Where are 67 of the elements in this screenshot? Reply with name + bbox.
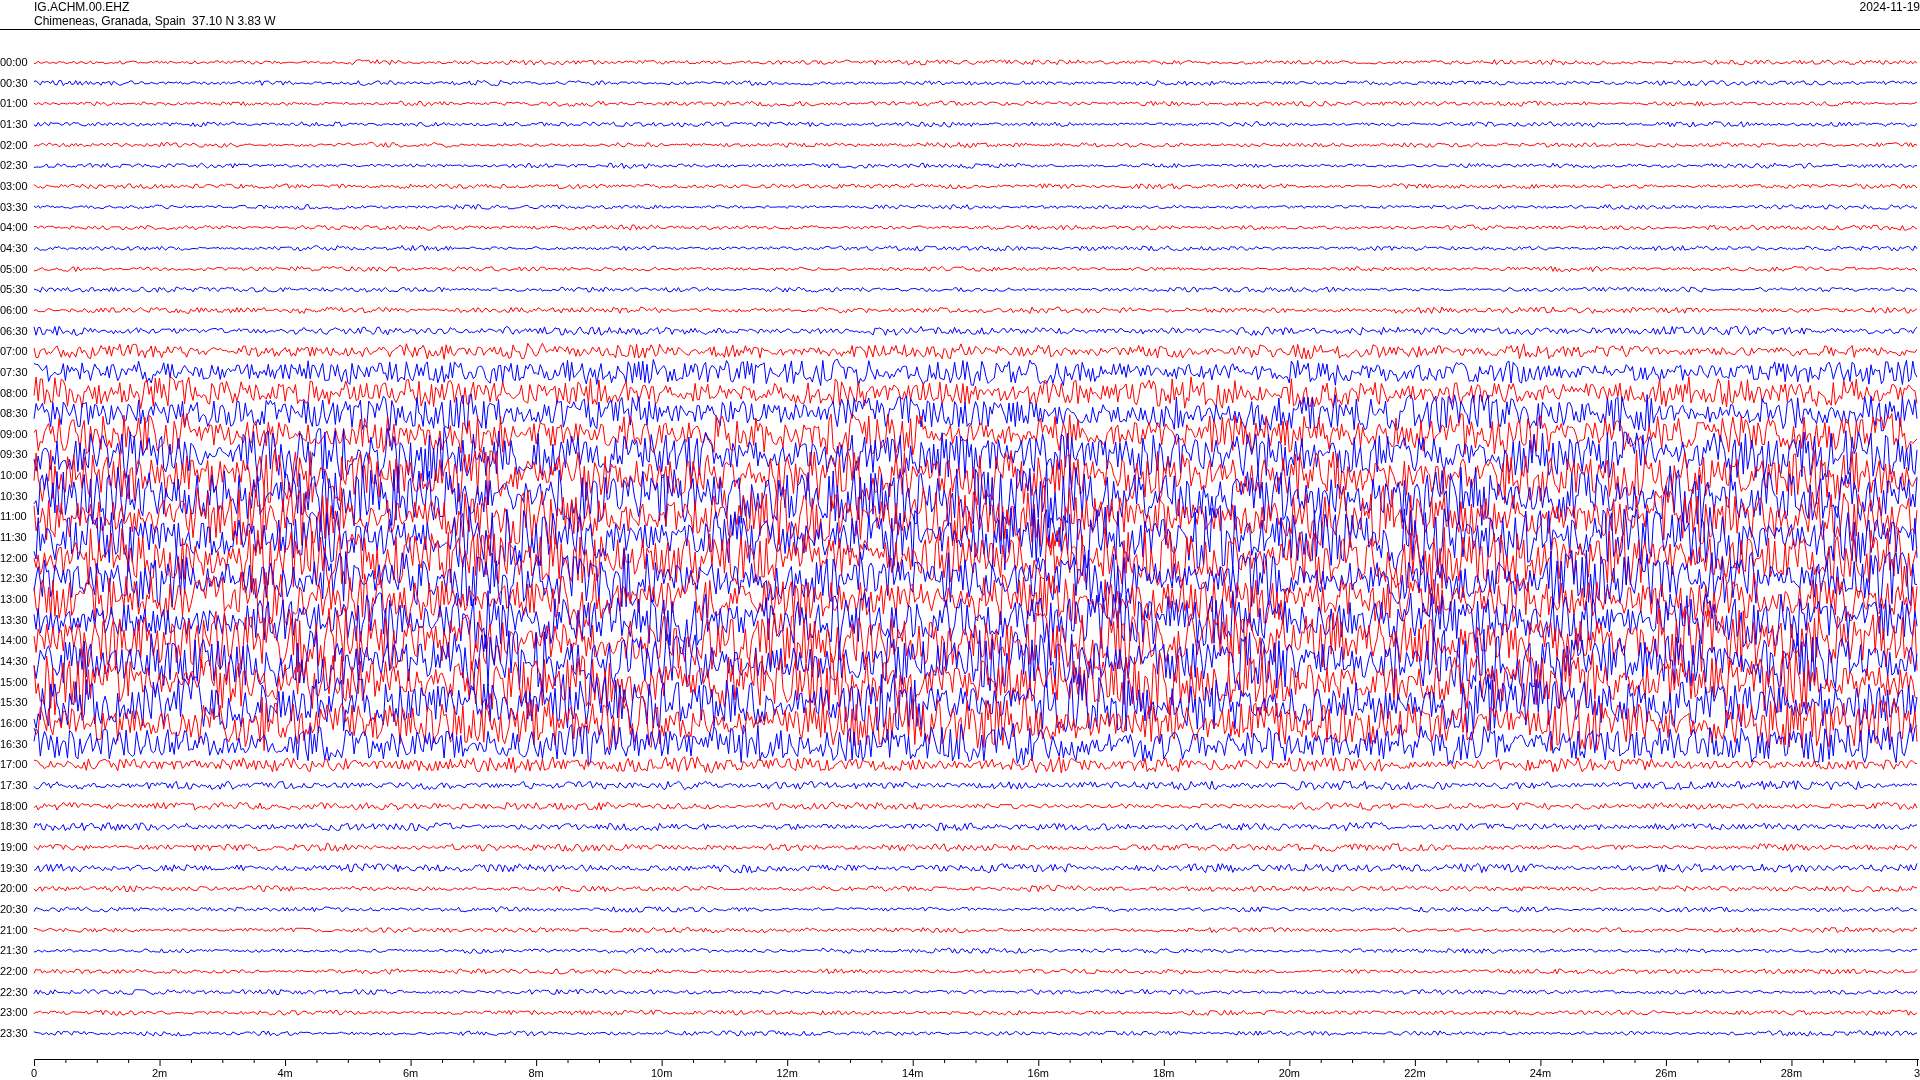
hour-label: 01:30: [0, 116, 29, 132]
hour-label: 08:30: [0, 406, 29, 422]
axis-tick-label: 20m: [1278, 1067, 1301, 1079]
plot-date: 2024-11-19: [1859, 0, 1920, 16]
hour-label: 16:30: [0, 736, 29, 752]
hour-label: 09:00: [0, 426, 29, 442]
axis-tick-label: 18m: [1153, 1067, 1175, 1079]
axis-tick-label: 16m: [1027, 1067, 1049, 1079]
station-code: IG.ACHM.00.EHZ: [34, 0, 131, 14]
hour-label: 19:30: [0, 860, 29, 876]
hour-label: 21:00: [0, 922, 29, 938]
hour-label: 00:00: [0, 55, 29, 70]
hour-label: 07:00: [0, 344, 29, 360]
hour-label: 18:30: [0, 819, 29, 835]
axis-tick-label: 26m: [1655, 1067, 1677, 1079]
hour-label: 04:00: [0, 220, 29, 236]
axis-tick-label: 3: [1913, 1067, 1920, 1079]
hour-label: 01:00: [0, 96, 29, 112]
hour-label: 07:30: [0, 364, 29, 380]
hour-label: 06:00: [0, 302, 29, 318]
hour-label: 04:30: [0, 240, 29, 256]
hour-label: 13:00: [0, 592, 29, 608]
axis-tick-label: 14m: [902, 1067, 924, 1079]
hour-label: 12:30: [0, 571, 29, 587]
hour-label: 12:00: [0, 550, 29, 566]
hour-label: 06:30: [0, 323, 29, 339]
hour-label: 03:00: [0, 178, 29, 194]
axis-tick-label: 8m: [528, 1067, 544, 1079]
hour-label: 14:30: [0, 654, 29, 670]
hour-label: 05:00: [0, 261, 29, 277]
axis-tick-label: 10m: [650, 1067, 673, 1079]
hour-label: 02:00: [0, 137, 29, 153]
hour-label: 08:00: [0, 385, 29, 401]
hour-label: 15:30: [0, 695, 29, 711]
hour-label: 10:00: [0, 468, 29, 484]
hour-label: 22:30: [0, 984, 29, 1000]
hour-label: 23:30: [0, 1025, 29, 1041]
hour-label: 17:00: [0, 757, 29, 773]
hour-label: 17:30: [0, 777, 29, 793]
axis-tick-label: 28m: [1780, 1067, 1803, 1079]
axis-tick-label: 6m: [402, 1067, 419, 1079]
hour-label: 02:30: [0, 158, 29, 174]
axis-tick-label: 0: [30, 1067, 38, 1079]
axis-tick-label: 2m: [151, 1067, 168, 1079]
hour-label: 10:30: [0, 488, 29, 504]
hour-label: 20:30: [0, 901, 29, 917]
hour-label: 13:30: [0, 612, 29, 628]
hour-label: 15:00: [0, 674, 29, 690]
hour-label: 21:30: [0, 943, 29, 959]
hour-label: 09:30: [0, 447, 29, 463]
hour-label: 11:00: [0, 509, 28, 525]
hour-label: 22:00: [0, 963, 29, 979]
axis-tick-label: 4m: [277, 1067, 293, 1079]
hour-label: 03:30: [0, 199, 29, 215]
hour-label: 05:30: [0, 282, 29, 298]
hour-label: 14:00: [0, 633, 29, 649]
hour-label: 11:30: [0, 530, 28, 546]
hour-label: 18:00: [0, 798, 29, 814]
axis-tick-label: 22m: [1404, 1067, 1426, 1079]
hour-label: 16:00: [0, 716, 29, 731]
hour-label: 20:00: [0, 881, 29, 897]
axis-tick-label: 24m: [1529, 1067, 1552, 1079]
hour-label: 00:30: [0, 75, 29, 91]
station-location: Chimeneas, Granada, Spain 37.10 N 3.83 W: [34, 14, 276, 28]
axis-tick-label: 12m: [776, 1067, 798, 1079]
hour-label: 19:00: [0, 839, 29, 855]
hour-label: 23:00: [0, 1005, 29, 1021]
